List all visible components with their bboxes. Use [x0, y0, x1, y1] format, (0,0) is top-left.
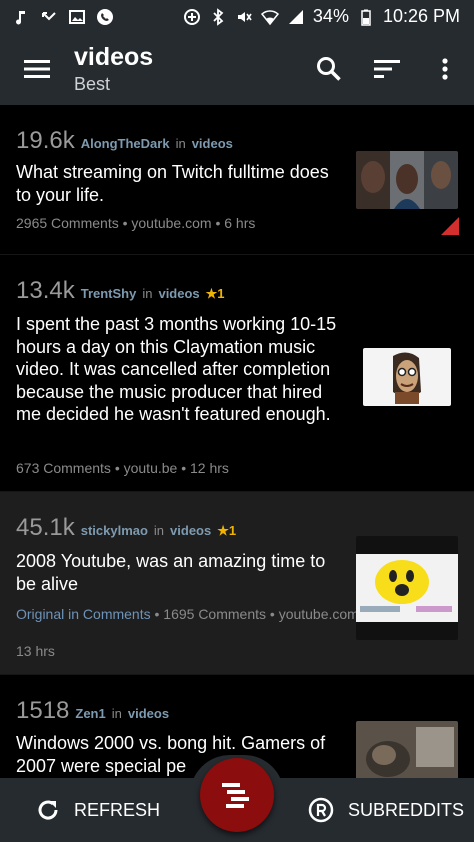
clock: 10:26 PM: [382, 6, 460, 26]
post-score: 13.4k: [16, 277, 75, 304]
post-info-time: 13 hrs: [16, 643, 55, 659]
hamburger-menu-icon: [24, 60, 50, 78]
video-thumbnail-image: [356, 151, 458, 209]
post-score: 1518: [16, 697, 70, 724]
post-card[interactable]: 45.1k stickylmao in videos ★1 2008 Youtu…: [0, 492, 474, 740]
original-in-comments-link[interactable]: Original in Comments: [16, 606, 151, 622]
refresh-icon: [38, 800, 58, 820]
wifi-icon: [260, 8, 279, 26]
bluetooth-icon: [209, 7, 227, 26]
post-header: 13.4k TrentShy in videos ★1: [16, 277, 225, 305]
more-vert-icon: [442, 58, 448, 80]
post-author[interactable]: Zen1: [75, 706, 105, 721]
post-subreddit[interactable]: videos: [128, 706, 169, 721]
post-header: 1518 Zen1 in videos: [16, 697, 169, 725]
battery-percent: 34%: [312, 6, 349, 26]
post-subreddit[interactable]: videos: [170, 523, 211, 538]
post-author[interactable]: stickylmao: [81, 523, 148, 538]
video-thumbnail-image: [363, 348, 451, 406]
toolbar-actions: [300, 33, 474, 105]
missed-call-icon: [40, 8, 58, 26]
refresh-label: REFRESH: [74, 799, 161, 820]
post-title[interactable]: What streaming on Twitch fulltime does t…: [16, 161, 338, 206]
award-badge: ★1: [217, 523, 237, 538]
subreddits-label: SUBREDDITS: [348, 799, 465, 820]
in-label: in: [111, 706, 122, 721]
phone-icon: [96, 8, 114, 26]
nsfw-corner-marker: [441, 217, 459, 235]
subreddits-icon: [308, 797, 334, 823]
post-score: 45.1k: [16, 514, 75, 541]
post-title[interactable]: Windows 2000 vs. bong hit. Gamers of 200…: [16, 732, 338, 777]
in-label: in: [153, 523, 165, 538]
notification-icons: [12, 8, 114, 26]
image-icon: [68, 8, 86, 26]
post-title[interactable]: 2008 Youtube, was an amazing time to be …: [16, 550, 338, 595]
post-title[interactable]: I spent the past 3 months working 10-15 …: [16, 313, 338, 426]
signal-icon: [287, 8, 305, 26]
search-icon: [317, 57, 341, 81]
post-subreddit[interactable]: videos: [192, 136, 233, 151]
sort-button[interactable]: [358, 33, 416, 105]
page-title: videos: [74, 43, 154, 71]
post-header: 45.1k stickylmao in videos ★1: [16, 514, 236, 542]
post-thumbnail[interactable]: [363, 348, 451, 406]
video-thumbnail-image: [356, 536, 458, 640]
award-badge: ★1: [205, 286, 225, 301]
status-bar: 34% 10:26 PM: [0, 0, 474, 33]
in-label: in: [175, 136, 186, 151]
in-label: in: [142, 286, 153, 301]
post-header: 19.6k AlongTheDark in videos: [16, 127, 233, 155]
sort-icon: [374, 60, 400, 78]
system-status: 34% 10:26 PM: [183, 6, 460, 27]
post-info: Original in Comments • 1695 Comments • y…: [16, 606, 368, 622]
post-subreddit[interactable]: videos: [158, 286, 199, 301]
sort-subtitle: Best: [74, 74, 111, 94]
toolbar-titles: videos Best: [74, 43, 153, 95]
post-thumbnail[interactable]: [356, 536, 458, 640]
post-thumbnail[interactable]: [356, 151, 458, 209]
search-button[interactable]: [300, 33, 358, 105]
post-info: 673 Comments • youtu.be • 12 hrs: [16, 460, 229, 476]
battery-icon: [357, 8, 375, 26]
menu-button[interactable]: [0, 33, 74, 105]
overflow-menu-button[interactable]: [416, 33, 474, 105]
post-card[interactable]: 13.4k TrentShy in videos ★1 I spent the …: [0, 255, 474, 531]
post-info: 2965 Comments • youtube.com • 6 hrs: [16, 215, 256, 231]
post-card[interactable]: 19.6k AlongTheDark in videos What stream…: [0, 105, 474, 255]
app-toolbar: videos Best: [0, 33, 474, 105]
data-saver-icon: [183, 8, 201, 26]
post-thumbnail[interactable]: [356, 721, 458, 781]
post-score: 19.6k: [16, 127, 75, 154]
subreddits-button[interactable]: SUBREDDITS: [308, 778, 464, 842]
mute-icon: [235, 8, 253, 26]
refresh-button[interactable]: REFRESH: [36, 778, 160, 842]
hide-read-fab[interactable]: [200, 758, 274, 832]
music-note-icon: [12, 8, 30, 26]
post-author[interactable]: AlongTheDark: [81, 136, 170, 151]
post-info-text: • 1695 Comments • youtube.com •: [150, 606, 368, 622]
clear-all-icon: [222, 783, 249, 808]
video-thumbnail-image: [356, 721, 458, 781]
post-author[interactable]: TrentShy: [81, 286, 137, 301]
